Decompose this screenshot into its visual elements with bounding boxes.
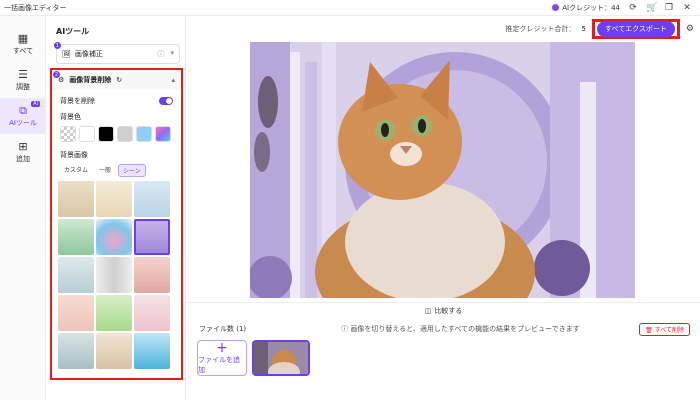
- ai-credit-label: AIクレジット：44: [562, 3, 620, 12]
- step-badge: 2: [53, 71, 60, 78]
- chevron-up-icon[interactable]: ▴: [171, 76, 175, 84]
- left-rail: ▦ すべて ☰ 調整 AI ⧉ AIツール ⊞ 追加: [0, 16, 46, 400]
- bg-color-swatches: [52, 126, 181, 142]
- ai-tools-panel: AIツール 1 🖼 画像補正 ⓘ ▾ 2 ⚙ 画像背景削除 ↻ ▴ 背景を削除 …: [46, 16, 186, 400]
- files-bar: ファイル数 (1) ⓘ 画像を切り替えると、適用したすべての機能の結果をプレビュ…: [187, 322, 700, 336]
- export-highlight: すべてエクスポート: [591, 19, 680, 39]
- bg-removal-header[interactable]: ⚙ 画像背景削除 ↻ ▴: [52, 70, 181, 90]
- cat-preview-image: [250, 42, 635, 298]
- swatch-gray[interactable]: [117, 126, 133, 142]
- enhance-icon: 🖼: [62, 50, 71, 58]
- add-file-button[interactable]: + ファイルを追加: [197, 340, 247, 376]
- delete-all-label: すべて削除: [654, 326, 684, 334]
- rail-item-add[interactable]: ⊞ 追加: [0, 134, 46, 170]
- add-file-label: ファイルを追加: [198, 356, 240, 374]
- bg-thumb[interactable]: [58, 181, 94, 217]
- ai-credit[interactable]: AIクレジット：44: [552, 3, 620, 13]
- bg-image-tabs: カスタム 一般 シーン: [52, 164, 181, 177]
- window-title: 一括画像エディター: [4, 3, 67, 12]
- swatch-white[interactable]: [79, 126, 95, 142]
- refresh-icon[interactable]: ⟳: [628, 3, 638, 13]
- restore-icon[interactable]: ❐: [664, 3, 674, 13]
- tab-custom[interactable]: カスタム: [60, 164, 92, 177]
- reset-icon[interactable]: ↻: [116, 76, 122, 84]
- file-thumbnail[interactable]: [252, 340, 310, 376]
- bg-image-grid: [52, 181, 181, 369]
- rail-item-label: 調整: [16, 82, 30, 91]
- tab-scene[interactable]: シーン: [118, 164, 146, 177]
- bg-thumb[interactable]: [58, 333, 94, 369]
- remove-bg-label: 背景を削除: [60, 97, 95, 105]
- bg-thumb-selected[interactable]: [134, 219, 170, 255]
- delete-all-button[interactable]: 🗑 すべて削除: [639, 322, 690, 336]
- rail-item-adjust[interactable]: ☰ 調整: [0, 62, 46, 98]
- plus-icon: +: [216, 340, 228, 356]
- file-thumb-image: [254, 342, 308, 374]
- title-bar: 一括画像エディター AIクレジット：44 ⟳ 🛒 ❐ ✕: [0, 0, 700, 16]
- bg-thumb[interactable]: [134, 295, 170, 331]
- compare-label: 比較する: [434, 306, 463, 315]
- swatch-gradient[interactable]: [155, 126, 171, 142]
- files-info-text: 画像を切り替えると、適用したすべての機能の結果をプレビューできます: [350, 325, 580, 333]
- bg-thumb[interactable]: [134, 257, 170, 293]
- bg-thumb[interactable]: [96, 333, 132, 369]
- rail-item-label: 追加: [16, 154, 30, 163]
- bg-color-label: 背景色: [60, 113, 81, 121]
- bg-thumb[interactable]: [96, 257, 132, 293]
- swatch-black[interactable]: [98, 126, 114, 142]
- app-window: 一括画像エディター AIクレジット：44 ⟳ 🛒 ❐ ✕ ▦ すべて ☰ 調整 …: [0, 0, 700, 400]
- bg-removal-icon: ⚙: [58, 76, 65, 84]
- swatch-light-blue[interactable]: [136, 126, 152, 142]
- ai-icon: ⧉: [19, 103, 27, 117]
- credit-total-value: 5: [581, 25, 586, 33]
- export-all-button[interactable]: すべてエクスポート: [596, 21, 675, 37]
- bg-thumb[interactable]: [58, 257, 94, 293]
- files-info: ⓘ 画像を切り替えると、適用したすべての機能の結果をプレビューできます: [341, 325, 580, 333]
- enhance-label: 画像補正: [74, 50, 103, 58]
- chevron-down-icon[interactable]: ▾: [170, 49, 174, 59]
- grid-icon: ▦: [17, 31, 29, 45]
- swatch-transparent[interactable]: [60, 126, 76, 142]
- close-icon[interactable]: ✕: [682, 3, 692, 13]
- rail-item-label: AIツール: [9, 118, 37, 127]
- gear-icon[interactable]: ⚙: [686, 24, 694, 34]
- rail-item-label: すべて: [12, 46, 34, 55]
- file-count-label: ファイル数 (1): [199, 325, 247, 333]
- bg-thumb[interactable]: [96, 181, 132, 217]
- tab-general[interactable]: 一般: [95, 164, 115, 177]
- remove-bg-toggle[interactable]: [159, 97, 173, 105]
- credit-total-label: 推定クレジット合計：: [505, 25, 576, 33]
- compare-icon: ◫: [424, 306, 432, 315]
- main-topbar: 推定クレジット合計： 5 すべてエクスポート ⚙: [187, 16, 700, 42]
- image-enhance-row[interactable]: 1 🖼 画像補正 ⓘ ▾: [54, 42, 180, 64]
- step-badge: 1: [54, 42, 61, 49]
- rail-item-ai-tools[interactable]: AI ⧉ AIツール: [0, 98, 46, 134]
- rail-item-all[interactable]: ▦ すべて: [0, 26, 46, 62]
- image-preview: [250, 42, 635, 298]
- ai-badge: AI: [31, 101, 40, 107]
- bg-thumb[interactable]: [96, 295, 132, 331]
- panel-title: AIツール: [56, 27, 90, 36]
- bg-thumb[interactable]: [96, 219, 132, 255]
- bg-removal-title: 画像背景削除: [69, 76, 112, 84]
- remove-bg-row: 背景を削除: [52, 96, 181, 106]
- cart-icon[interactable]: 🛒: [646, 3, 657, 13]
- bg-thumb[interactable]: [58, 219, 94, 255]
- bg-thumb[interactable]: [134, 333, 170, 369]
- credit-icon: [552, 4, 560, 11]
- bg-image-label: 背景画像: [60, 151, 88, 159]
- sliders-icon: ☰: [18, 67, 28, 81]
- bg-thumb[interactable]: [134, 181, 170, 217]
- info-icon[interactable]: ⓘ: [157, 49, 164, 59]
- compare-button[interactable]: ◫ 比較する: [187, 302, 700, 318]
- plus-square-icon: ⊞: [18, 139, 28, 153]
- bg-removal-section: 2 ⚙ 画像背景削除 ↻ ▴ 背景を削除 背景色 背景画像 カスタム 一般 シー…: [50, 68, 183, 380]
- bg-thumb[interactable]: [58, 295, 94, 331]
